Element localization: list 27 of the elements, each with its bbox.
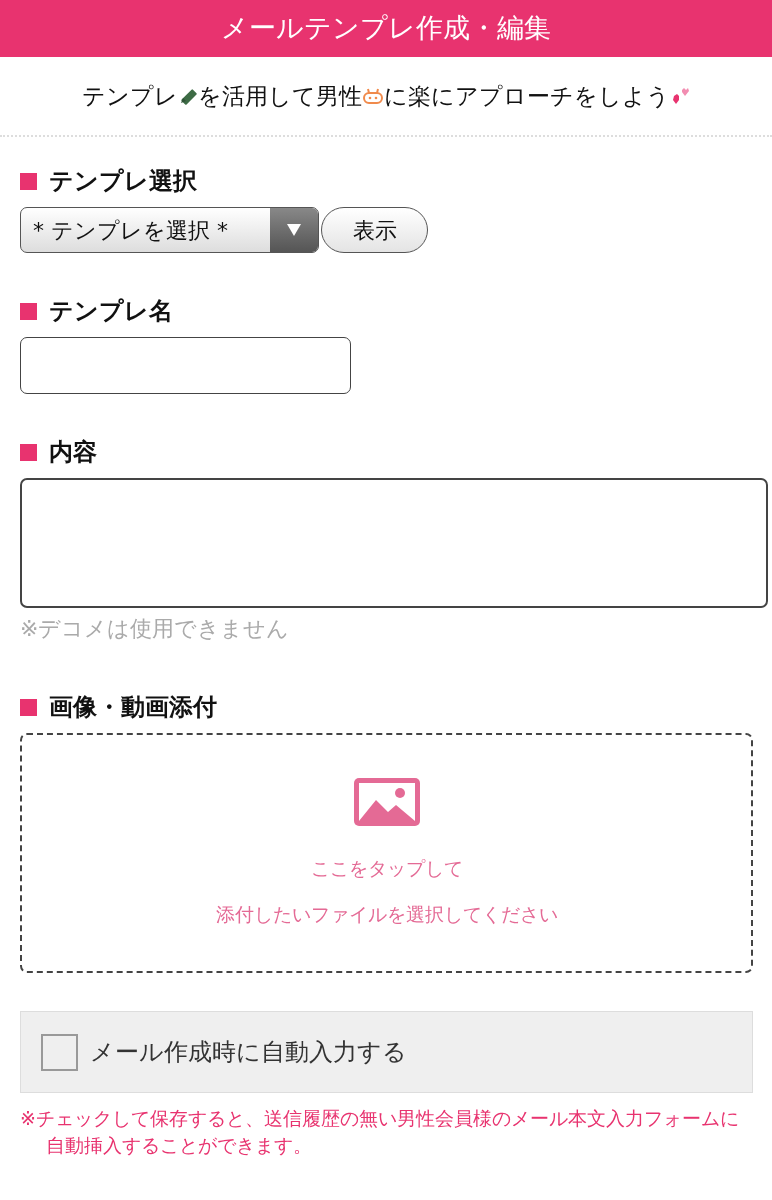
subtitle-text: に楽にアプローチをしよう	[384, 81, 670, 111]
note-text: ※デコメは使用できません	[20, 615, 291, 643]
content-text-area[interactable]	[20, 478, 768, 608]
face-icon	[362, 87, 384, 105]
subtitle-text: テンプレ	[82, 81, 178, 111]
auto-input-panel[interactable]: メール作成時に自動入力する	[20, 1011, 753, 1093]
auto-input-note: ※チェックして保存すると、送信履歴の無い男性会員様のメール本文入力フォームに自動挿入することができます。	[20, 1106, 740, 1158]
image-icon	[353, 777, 420, 826]
square-marker-icon	[20, 172, 37, 190]
section-label: テンプレ名	[49, 296, 173, 327]
section-label: 内容	[49, 437, 97, 468]
name-input-field[interactable]	[20, 337, 351, 394]
hearts-icon	[670, 86, 690, 106]
caret-icon	[287, 224, 301, 236]
checkbox[interactable]	[41, 1033, 78, 1071]
square-marker-icon	[20, 698, 37, 716]
checkbox-label: メール作成時に自動入力する	[90, 1037, 407, 1068]
show-button[interactable]: 表示	[321, 207, 428, 253]
page-title: メールテンプレ作成・編集	[221, 11, 551, 46]
instruction-text: 添付したいファイルを選択してください	[215, 902, 558, 927]
square-marker-icon	[20, 302, 37, 320]
subtitle-text: を活用して男性	[198, 81, 362, 111]
section-label: 画像・動画添付	[49, 692, 217, 723]
square-marker-icon	[20, 443, 37, 461]
template-dropdown[interactable]: * テンプレを選択 *	[20, 207, 319, 253]
instruction-text: ここをタップして	[310, 855, 463, 881]
section-label: テンプレ選択	[49, 166, 197, 197]
